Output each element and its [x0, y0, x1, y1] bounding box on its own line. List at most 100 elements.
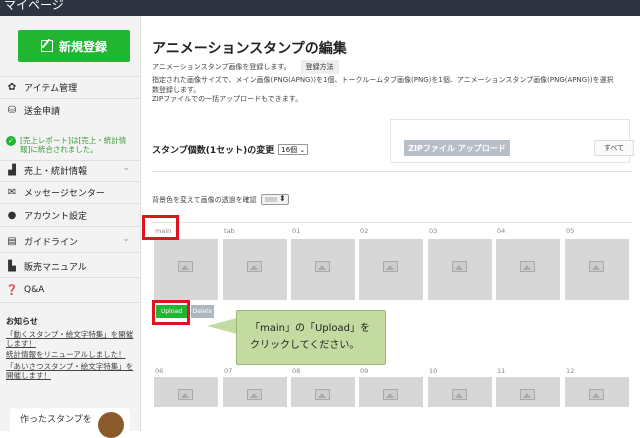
upload-button-highlight	[152, 300, 190, 325]
image-placeholder-icon	[247, 261, 262, 272]
image-placeholder-icon	[383, 389, 398, 400]
image-placeholder-icon	[520, 389, 535, 400]
background-color-row: 背景色を変えて画像の透過を確認	[152, 194, 289, 205]
image-placeholder-icon	[178, 261, 193, 272]
page-subtitle-row: アニメーションスタンプ画像を登録します。 登録方法	[152, 60, 339, 74]
sidebar-item-label: メッセージセンター	[24, 188, 105, 199]
image-slot[interactable]	[428, 239, 492, 300]
image-slot[interactable]	[428, 377, 492, 407]
news-link[interactable]: 「あいさつスタンプ・絵文字特集」を開催します！	[6, 362, 134, 380]
new-registration-label: 新規登録	[58, 39, 107, 54]
how-to-button[interactable]: 登録方法	[300, 60, 339, 74]
sidebar-item-sales[interactable]: ▟ 売上・統計情報 ⌄	[6, 160, 136, 180]
image-slot[interactable]	[154, 377, 218, 407]
divider	[0, 98, 141, 99]
image-slot-tab[interactable]	[223, 239, 287, 300]
image-slot[interactable]	[359, 377, 423, 407]
page-description: 指定された画像サイズで、メイン画像(PNG(APNG))を1個、トークルームタブ…	[152, 76, 636, 105]
top-bar-title: マイページ	[4, 0, 64, 12]
select-all-button[interactable]: すべて	[594, 140, 634, 156]
image-placeholder-icon	[589, 389, 604, 400]
image-placeholder-icon	[247, 389, 262, 400]
image-slot[interactable]	[565, 239, 629, 300]
image-slot[interactable]	[565, 377, 629, 407]
description-line: 指定された画像サイズで、メイン画像(PNG(APNG))を1個、トークルームタブ…	[152, 76, 614, 84]
slot-label: 10	[429, 367, 438, 375]
image-placeholder-icon	[383, 261, 398, 272]
slot-label: 08	[292, 367, 301, 375]
background-color-select[interactable]	[260, 194, 289, 205]
sidebar-item-guidelines[interactable]: ▤ ガイドライン ⌄	[6, 231, 136, 251]
divider	[0, 226, 141, 227]
stamp-count-select[interactable]: 16個 ⌄	[278, 144, 309, 155]
image-slot[interactable]	[359, 239, 423, 300]
image-placeholder-icon	[452, 261, 467, 272]
sidebar-item-account[interactable]: ● アカウント設定	[6, 205, 136, 225]
sidebar-item-label: アイテム管理	[24, 83, 78, 94]
divider	[0, 277, 141, 278]
image-slot[interactable]	[496, 377, 560, 407]
sidebar-item-label: ガイドライン	[24, 237, 79, 248]
divider	[0, 203, 141, 204]
question-icon: ❓	[5, 284, 19, 296]
news-link[interactable]: 統計情報をリニューアルしました！	[6, 350, 134, 359]
sidebar-item-label: 売上・統計情報	[24, 166, 88, 177]
zip-upload-button[interactable]: ZIPファイル アップロード	[404, 140, 510, 156]
image-placeholder-icon	[315, 261, 330, 272]
background-color-label: 背景色を変えて画像の透過を確認	[152, 195, 257, 204]
news-heading: お知らせ	[6, 317, 38, 326]
sidebar-item-label: 送金申請	[24, 106, 61, 117]
user-icon: ●	[7, 209, 17, 221]
page-title: アニメーションスタンプの編集	[152, 41, 347, 57]
bear-character-icon	[98, 412, 124, 438]
check-icon: ✓	[6, 136, 16, 146]
chevron-down-icon: ⌄	[122, 234, 130, 244]
divider	[0, 302, 141, 303]
image-placeholder-icon	[178, 389, 193, 400]
callout-line: 「main」の「Upload」を	[250, 323, 371, 334]
instruction-callout: 「main」の「Upload」を クリックしてください。	[236, 310, 386, 365]
slot-label: 12	[566, 367, 575, 375]
callout-line: クリックしてください。	[250, 340, 360, 351]
sidebar-item-remittance[interactable]: ⛁ 送金申請	[6, 100, 136, 120]
edit-icon	[40, 40, 53, 52]
image-placeholder-icon	[520, 261, 535, 272]
slot-label: 03	[429, 227, 438, 235]
main-content: アニメーションスタンプの編集 アニメーションスタンプ画像を登録します。 登録方法…	[142, 16, 640, 431]
chevron-down-icon: ⌄	[122, 163, 130, 173]
image-slot[interactable]	[291, 239, 355, 300]
book-icon: ▤	[7, 235, 17, 247]
image-placeholder-icon	[315, 389, 330, 400]
chart-icon: ▟	[8, 164, 16, 176]
promo-text: 作ったスタンプを	[20, 415, 92, 425]
top-bar: マイページ	[0, 0, 640, 16]
image-slot-main[interactable]	[154, 239, 218, 300]
slot-label: 07	[224, 367, 233, 375]
slot-label: 09	[360, 367, 369, 375]
gear-icon: ✿	[7, 81, 17, 93]
sidebar-item-items[interactable]: ✿ アイテム管理	[6, 77, 136, 97]
sidebar-item-qa[interactable]: ❓ Q&A	[6, 280, 136, 300]
news-link[interactable]: 「動くスタンプ・絵文字特集」を開催します！	[6, 330, 134, 348]
divider	[152, 222, 632, 223]
image-slot[interactable]	[291, 377, 355, 407]
page-subtitle: アニメーションスタンプ画像を登録します。	[152, 63, 291, 71]
sidebar-item-messages[interactable]: ✉ メッセージセンター	[6, 182, 136, 202]
sidebar: 新規登録 ✿ アイテム管理 ⛁ 送金申請 ✓ [売上レポート]は[売上・統計情報…	[0, 16, 141, 438]
image-slot[interactable]	[223, 377, 287, 407]
sidebar-item-label: アカウント設定	[24, 211, 88, 222]
notice-text[interactable]: [売上レポート]は[売上・統計情報]に統合されました。	[20, 136, 134, 154]
sidebar-item-label: 販売マニュアル	[24, 262, 87, 273]
new-registration-button[interactable]: 新規登録	[18, 30, 130, 62]
mail-icon: ✉	[7, 186, 17, 198]
delete-button[interactable]: Delete	[191, 305, 214, 318]
sidebar-item-manual[interactable]: ▙ 販売マニュアル	[6, 256, 136, 276]
slot-label-tab: tab	[224, 227, 235, 235]
callout-pointer	[207, 318, 237, 334]
stamp-count-row: スタンプ個数(1セット)の変更 16個 ⌄	[152, 143, 309, 156]
stamp-count-value: 16個	[281, 146, 298, 154]
image-slot[interactable]	[496, 239, 560, 300]
notice-message: ✓ [売上レポート]は[売上・統計情報]に統合されました。	[6, 136, 134, 154]
promo-banner[interactable]: 作ったスタンプを	[10, 408, 130, 438]
description-line: 数登録します。	[152, 85, 201, 94]
